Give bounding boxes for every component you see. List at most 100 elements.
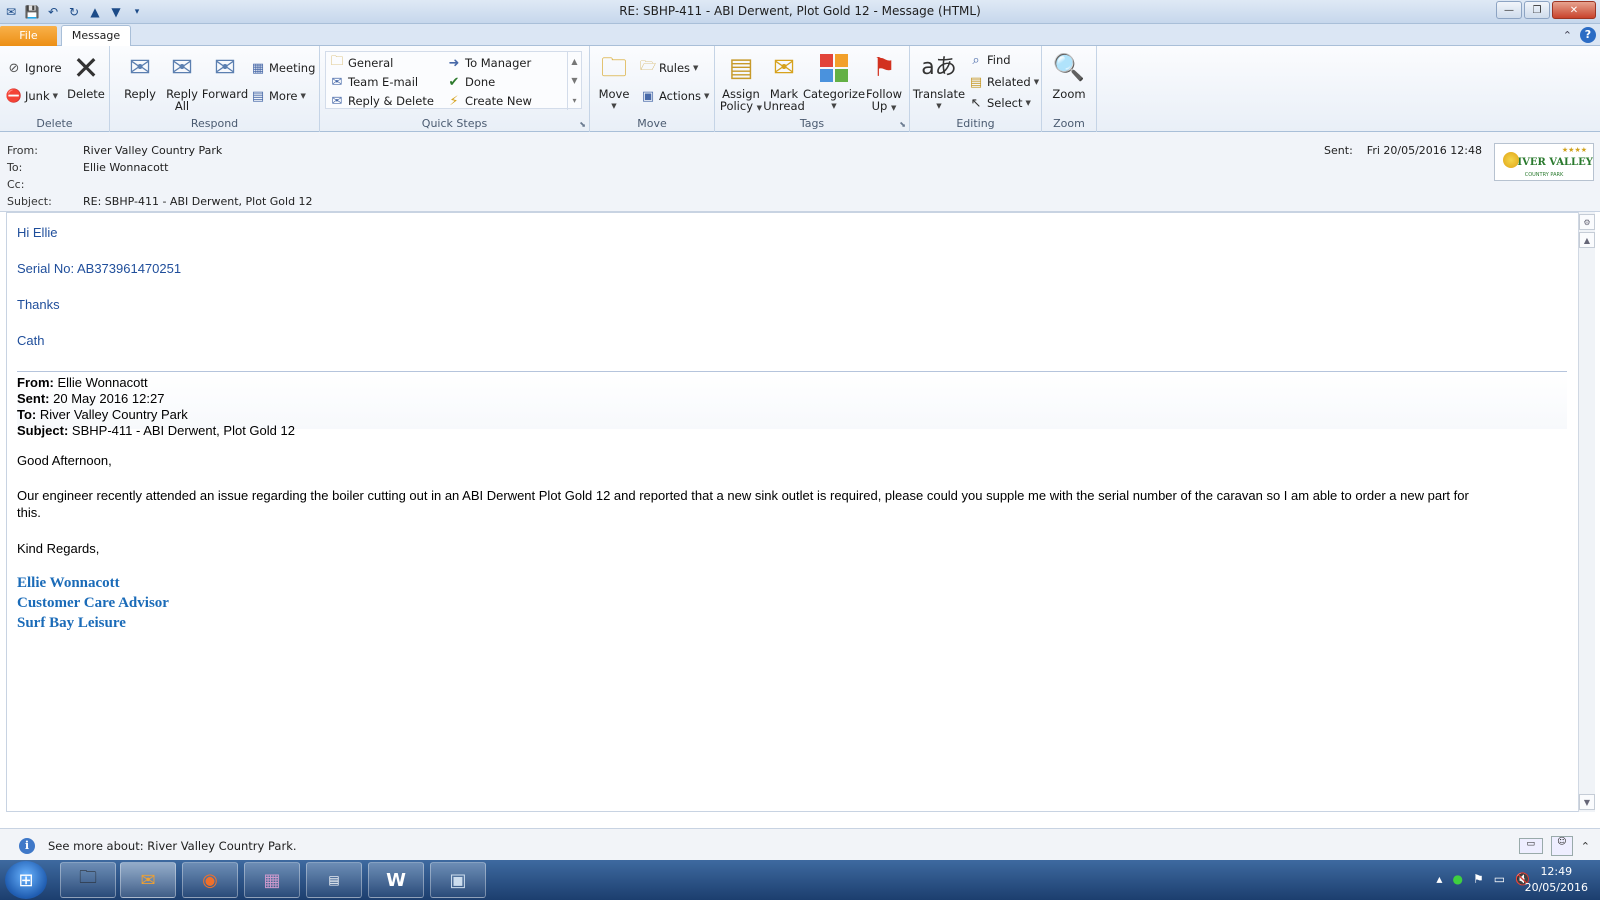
cc-label: Cc: [7,178,25,191]
move-group: 🗀 Move ▼ 🗁 Rules ▼ ▣ Actions ▼ Move [590,46,715,132]
restore-button[interactable]: ❐ [1524,1,1550,19]
delete-group-label: Delete [36,117,73,130]
assign-policy-button[interactable]: ▤ Assign Policy ▼ [719,50,763,114]
reply-all-button[interactable]: ✉ Reply All [160,50,204,112]
select-button[interactable]: ↖ Select ▼ [968,94,1031,112]
scroll-options-icon[interactable]: ⚙ [1579,214,1595,230]
quote-divider [17,371,1567,372]
reply-button[interactable]: ✉ Reply [118,50,162,100]
windows-taskbar: ⊞ 🗀 ✉ ◉ ▦ ▤ W ▣ ▴ ● ⚑ ▭ 🔇 12:49 20/05/20… [0,860,1600,900]
meeting-button[interactable]: ▦ Meeting [250,59,316,77]
dialog-launcher-icon[interactable]: ⬊ [579,120,586,129]
contact-photo-icon[interactable]: ☺ [1550,836,1573,856]
rules-button[interactable]: 🗁 Rules ▼ [640,59,698,77]
see-more-about[interactable]: See more about: River Valley Country Par… [48,839,297,853]
from-value[interactable]: River Valley Country Park [83,144,222,157]
find-button[interactable]: ⌕ Find [968,51,1010,69]
system-tray: ▴ ● ⚑ ▭ 🔇 [1436,872,1530,886]
taskbar-sage[interactable]: ▤ [306,862,362,898]
taskbar-firefox[interactable]: ◉ [182,862,238,898]
reply-icon: ✉ [129,53,151,83]
to-value[interactable]: Ellie Wonnacott [83,161,168,174]
taskbar-calendar-app[interactable]: ▦ [244,862,300,898]
more-icon: ▤ [251,88,265,104]
taskbar-explorer[interactable]: 🗀 [60,862,116,898]
quickstep-general[interactable]: 🗀 General [329,54,393,72]
taskbar-word[interactable]: W [368,862,424,898]
network-icon[interactable]: ▭ [1494,872,1505,886]
quoted-header: From: Ellie Wonnacott Sent: 20 May 2016 … [17,373,1567,438]
social-network-icon[interactable]: ▭ [1518,838,1543,854]
minimize-ribbon-icon[interactable]: ⌃ [1563,29,1572,42]
quoted-closing: Kind Regards, [17,541,100,556]
quoted-paragraph-line-1: Our engineer recently attended an issue … [17,488,1469,503]
folder-icon: 🗀 [79,867,97,888]
word-icon: W [386,869,406,891]
quickstep-create-new[interactable]: ⚡ Create New [446,92,532,110]
dialog-launcher-icon[interactable]: ⬊ [899,120,906,129]
cursor-icon: ↖ [970,95,982,111]
quick-steps-scroll[interactable]: ▲ ▼ ▾ [567,52,581,110]
editing-group-label: Editing [956,117,995,130]
quickstep-team-email[interactable]: ✉ Team E-mail [329,73,419,91]
reply-all-icon: ✉ [171,53,193,83]
chevron-down-icon: ▼ [756,104,763,112]
taskbar-image-viewer[interactable]: ▣ [430,862,486,898]
delete-button[interactable]: ✕ Delete [66,50,106,100]
related-button[interactable]: ▤ Related ▼ [968,73,1039,91]
quickstep-reply-delete[interactable]: ✉ Reply & Delete [329,92,434,110]
tab-message[interactable]: Message [61,25,131,47]
expand-people-pane-icon[interactable]: ⌃ [1581,840,1590,853]
translate-button[interactable]: aあ Translate ▼ [913,50,965,112]
more-respond-button[interactable]: ▤ More ▼ [250,87,306,105]
scroll-up-icon[interactable]: ▲ [571,57,577,66]
picture-icon: ▣ [449,869,467,891]
forward-manager-icon: ➜ [448,55,460,71]
sent-value: Fri 20/05/2016 12:48 [1366,144,1482,157]
calendar-app-icon: ▦ [263,869,281,891]
actions-button[interactable]: ▣ Actions ▼ [640,87,710,105]
start-button[interactable]: ⊞ [5,861,47,899]
reply-serial: Serial No: AB373961470251 [17,261,182,276]
checkmark-icon: ✔ [448,74,460,90]
gallery-expand-icon[interactable]: ▾ [572,96,576,105]
respond-group-label: Respond [190,117,239,130]
categorize-button[interactable]: Categorize ▼ [803,50,865,112]
binoculars-icon: ⌕ [972,52,980,68]
junk-icon: ⛔ [5,88,23,104]
ignore-button[interactable]: ⊘ Ignore [6,59,62,77]
follow-up-button[interactable]: ⚑ Follow Up ▼ [863,50,905,114]
scroll-up-arrow-icon[interactable]: ▲ [1579,232,1595,248]
chevron-down-icon: ▼ [1025,99,1031,107]
quickstep-done[interactable]: ✔ Done [446,73,496,91]
forward-button[interactable]: ✉ Forward [200,50,250,100]
actions-icon: ▣ [641,88,655,104]
chevron-down-icon: ▼ [52,92,59,100]
tab-file[interactable]: File [0,26,57,46]
show-hidden-icons[interactable]: ▴ [1436,872,1442,886]
help-icon[interactable]: ? [1580,27,1596,43]
scroll-down-arrow-icon[interactable]: ▼ [1579,794,1595,810]
quickstep-to-manager[interactable]: ➜ To Manager [446,54,532,72]
clock[interactable]: 12:49 20/05/2016 [1525,864,1588,896]
categorize-icon [816,50,852,86]
quoted-paragraph-line-2: this. [17,505,41,520]
chevron-down-icon: ▼ [611,102,617,110]
vertical-scrollbar[interactable]: ⚙ ▲ ▼ [1578,212,1595,812]
ribbon-tabs: File Message ⌃ ? [0,24,1600,47]
taskbar-outlook[interactable]: ✉ [120,862,176,898]
action-center-flag-icon[interactable]: ⚑ [1473,872,1484,886]
zoom-button[interactable]: 🔍 Zoom [1048,50,1090,100]
junk-button[interactable]: ⛔ Junk ▼ [6,87,58,105]
scroll-down-icon[interactable]: ▼ [571,76,577,85]
policy-icon: ▤ [728,53,754,83]
message-body[interactable]: Hi Ellie Serial No: AB373961470251 Thank… [6,212,1579,812]
move-button[interactable]: 🗀 Move ▼ [594,50,634,112]
team-email-icon: ✉ [331,74,343,90]
related-icon: ▤ [969,74,983,90]
title-bar: ✉ 💾 ↶ ↻ ▲ ▼ ▾ RE: SBHP-411 - ABI Derwent… [0,0,1600,24]
status-green-icon[interactable]: ● [1452,872,1462,886]
minimize-button[interactable]: — [1496,1,1522,19]
close-button[interactable]: ✕ [1552,1,1596,19]
mark-unread-button[interactable]: ✉ Mark Unread [763,50,805,112]
